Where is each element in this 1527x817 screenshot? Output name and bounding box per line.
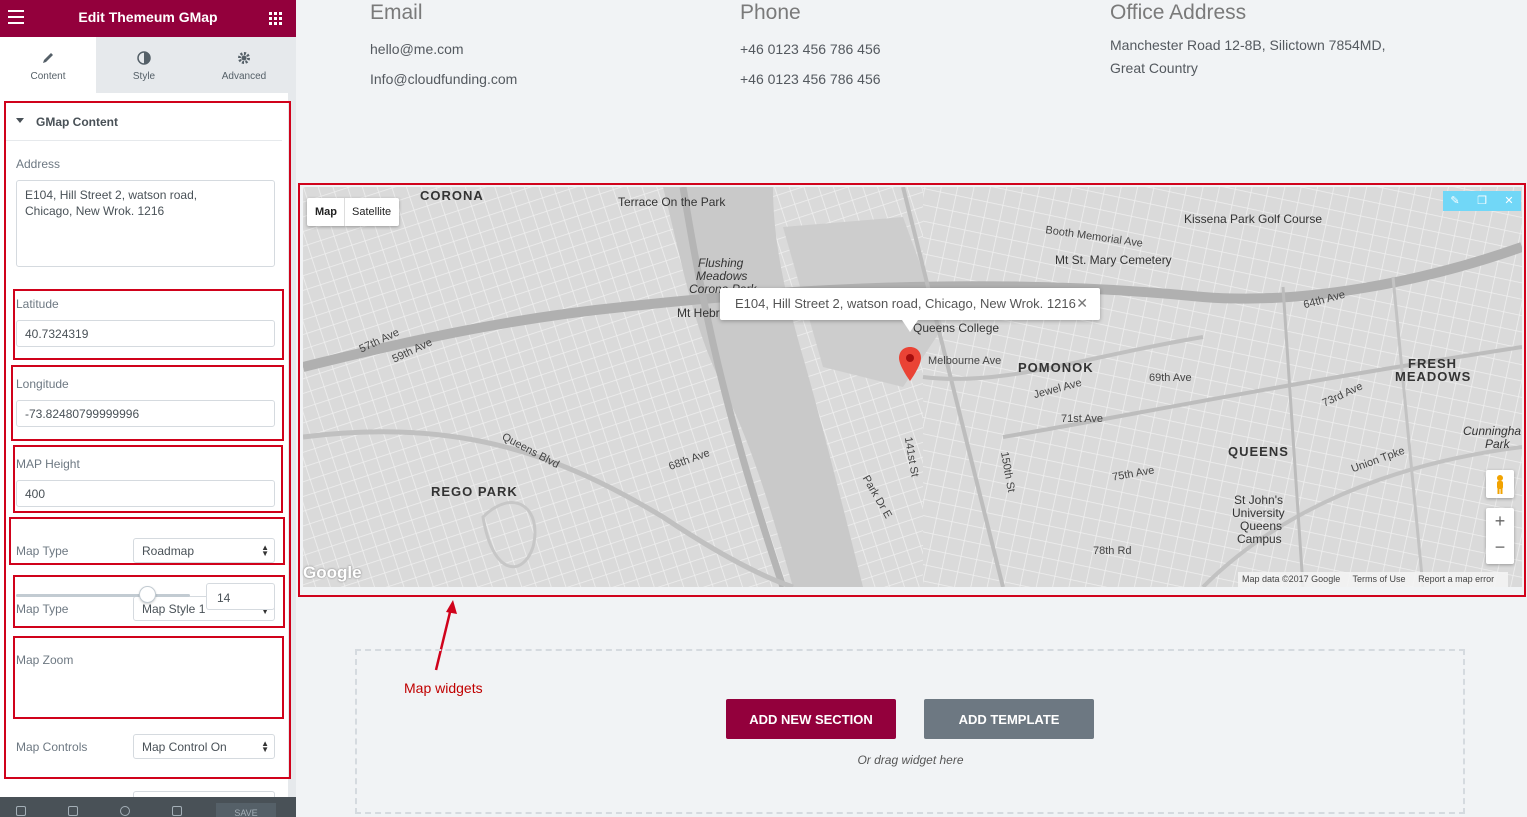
tab-advanced[interactable]: Advanced	[196, 37, 292, 93]
tab-style[interactable]: Style	[96, 37, 192, 93]
annotation-box-zoom	[13, 636, 284, 719]
email-heading: Email	[370, 1, 423, 24]
phone-2: +46 0123 456 786 456	[740, 71, 881, 87]
folder-icon[interactable]	[172, 806, 182, 816]
add-new-section-button[interactable]: ADD NEW SECTION	[726, 699, 896, 739]
phone-heading: Phone	[740, 1, 801, 24]
phone-1: +46 0123 456 786 456	[740, 41, 881, 57]
office-line-2: Great Country	[1110, 60, 1198, 76]
office-heading: Office Address	[1110, 1, 1247, 24]
sidebar-tabs: Content Style Advanced	[0, 37, 296, 93]
email-2: Info@cloudfunding.com	[370, 71, 518, 87]
widgets-grid-icon[interactable]	[269, 12, 282, 25]
annotation-box-longitude	[11, 365, 284, 441]
add-template-button[interactable]: ADD TEMPLATE	[924, 699, 1094, 739]
annotation-box-latitude	[13, 289, 284, 360]
annotation-box-map	[298, 183, 1526, 597]
annotation-box-map-style	[13, 575, 285, 628]
contrast-icon	[137, 51, 151, 65]
drag-widget-hint: Or drag widget here	[857, 753, 964, 767]
save-button[interactable]: SAVE	[216, 803, 276, 817]
tab-style-label: Style	[132, 71, 156, 82]
sidebar-title: Edit Themeum GMap	[78, 9, 218, 25]
tab-content-label: Content	[30, 71, 66, 82]
office-line-1: Manchester Road 12-8B, Silictown 7854MD,	[1110, 37, 1386, 53]
history-icon[interactable]	[120, 806, 130, 816]
pencil-icon	[43, 53, 53, 63]
email-1: hello@me.com	[370, 41, 464, 57]
tab-advanced-label: Advanced	[221, 71, 267, 82]
responsive-icon[interactable]	[68, 806, 78, 816]
add-section-dropzone[interactable]	[355, 649, 1465, 814]
tab-content[interactable]: Content	[0, 37, 96, 93]
sidebar-footer: SAVE	[0, 797, 296, 817]
annotation-box-height	[13, 445, 283, 513]
close-icon[interactable]	[16, 806, 26, 816]
gear-icon	[238, 52, 250, 64]
annotation-box-map-type	[9, 517, 285, 565]
sidebar-header: Edit Themeum GMap	[0, 0, 296, 37]
